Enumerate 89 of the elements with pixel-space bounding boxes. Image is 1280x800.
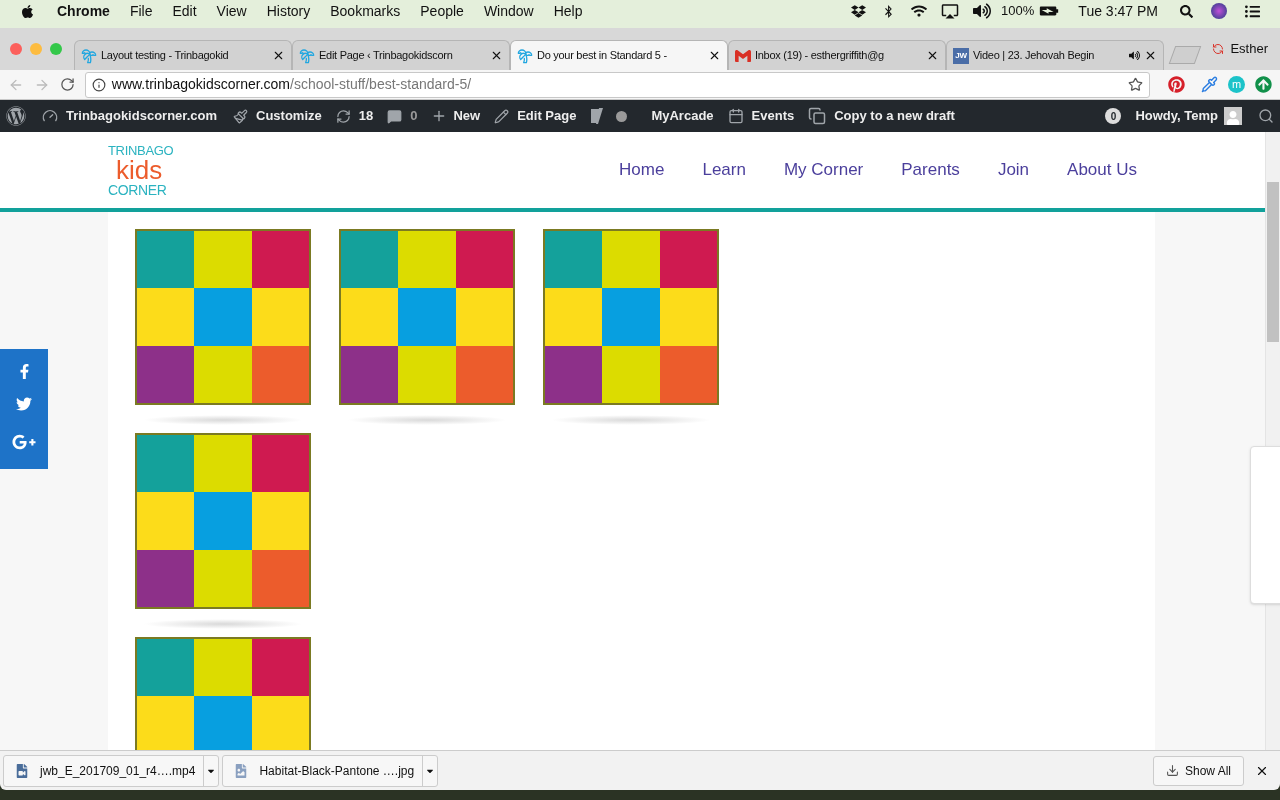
clock[interactable]: Tue 3:47 PM	[1078, 0, 1158, 22]
download-name: jwb_E_201709_01_r4….mp4	[40, 762, 197, 780]
browser-tab[interactable]: JW Video | 23. Jehovah Begin	[946, 40, 1164, 70]
logo-line: TRINBAGO	[108, 143, 175, 157]
wifi-icon[interactable]	[911, 3, 928, 19]
dropbox-icon[interactable]	[851, 3, 867, 19]
arcade-link[interactable]: MyArcade	[651, 106, 714, 126]
menu-item[interactable]: Window	[483, 0, 534, 22]
scrollbar-thumb[interactable]	[1267, 182, 1279, 342]
menu-item[interactable]: Help	[553, 0, 583, 22]
palm-tree-icon	[517, 47, 533, 64]
siri-icon[interactable]	[1211, 3, 1227, 19]
pencil-icon[interactable]	[494, 108, 510, 124]
updates-icon[interactable]	[335, 108, 351, 124]
menu-item[interactable]: View	[216, 0, 247, 22]
new-link[interactable]: New	[453, 106, 481, 126]
browser-tab[interactable]: Edit Page ‹ Trinbagokidscorn	[292, 40, 510, 70]
notification-count[interactable]: 0	[1105, 108, 1122, 124]
profile-name[interactable]: Esther	[1230, 39, 1268, 59]
nav-link[interactable]: My Corner	[783, 157, 864, 183]
tab-title: Layout testing - Trinbagokid	[101, 48, 230, 64]
url-host: www.trinbagokidscorner.com	[111, 75, 290, 94]
download-icon	[1165, 764, 1179, 777]
events-link[interactable]: Events	[751, 106, 795, 126]
app-menu[interactable]: Chrome	[57, 0, 110, 22]
tab-title: Inbox (19) - esthergriffith@g	[755, 48, 885, 64]
tab-title: Video | 23. Jehovah Begin	[973, 48, 1096, 64]
close-tab-icon[interactable]	[1144, 49, 1157, 62]
edit-page-link[interactable]: Edit Page	[517, 106, 577, 126]
address-bar[interactable]: www.trinbagokidscorner.com/school-stuff/best-standard-5/	[84, 71, 1151, 98]
nav-link[interactable]: Home	[619, 157, 665, 183]
browser-tab[interactable]: Layout testing - Trinbagokid	[74, 40, 292, 70]
copy-draft-link[interactable]: Copy to a new draft	[834, 106, 955, 126]
bookmark-star-icon[interactable]	[1128, 77, 1144, 92]
show-all-button[interactable]: Show All	[1152, 755, 1244, 786]
logo-line: CORNER	[108, 182, 168, 197]
search-icon[interactable]	[1180, 4, 1193, 18]
tab-title: Edit Page ‹ Trinbagokidscorn	[319, 48, 454, 64]
calendar-icon[interactable]	[727, 108, 744, 124]
pinterest-icon[interactable]	[1168, 76, 1186, 93]
envelope-icon	[735, 47, 751, 64]
apple-icon[interactable]	[20, 3, 35, 19]
nav-link[interactable]: Join	[997, 157, 1030, 183]
menu-item[interactable]: History	[266, 0, 311, 22]
menu-item[interactable]: Edit	[172, 0, 197, 22]
file-icon	[235, 763, 248, 778]
download-item[interactable]: Habitat-Black-Pantone ….jpg	[222, 754, 439, 787]
nav-link[interactable]: About Us	[1067, 157, 1137, 183]
account-link[interactable]: Howdy, Temp	[1135, 106, 1218, 126]
tab-title: Do your best in Standard 5 -	[537, 48, 668, 64]
browser-tab[interactable]: Inbox (19) - esthergriffith@g	[728, 40, 946, 70]
list-icon[interactable]	[1245, 3, 1260, 19]
battery-percent: 100%	[1001, 2, 1035, 21]
nav-link[interactable]: Parents	[901, 157, 960, 183]
site-link[interactable]: Trinbagokidscorner.com	[66, 106, 217, 126]
comment-icon[interactable]	[387, 108, 403, 124]
palm-tree-icon	[81, 47, 97, 64]
eyedropper-icon[interactable]	[1201, 76, 1219, 93]
upload-icon[interactable]	[1255, 76, 1272, 93]
volume-icon[interactable]	[973, 2, 992, 20]
close-tab-icon[interactable]	[926, 49, 939, 62]
brush-icon[interactable]	[233, 108, 248, 124]
copy-icon[interactable]	[808, 107, 827, 125]
menu-item[interactable]: People	[420, 0, 464, 22]
twitter-icon[interactable]	[16, 396, 32, 413]
dashboard-icon[interactable]	[42, 108, 58, 124]
download-name: Habitat-Black-Pantone ….jpg	[259, 762, 416, 780]
menu-item[interactable]: Bookmarks	[330, 0, 401, 22]
comments-count[interactable]: 0	[410, 106, 418, 126]
palm-tree-icon	[299, 47, 315, 64]
sync-error-icon[interactable]	[1212, 43, 1225, 55]
updates-count[interactable]: 18	[358, 106, 374, 126]
search-icon[interactable]	[1258, 108, 1274, 124]
url-path: /school-stuff/best-standard-5/	[290, 75, 472, 94]
airplay-icon[interactable]	[941, 2, 960, 20]
reload-button[interactable]	[59, 77, 75, 92]
logo-line: kids	[116, 156, 163, 183]
nav-link[interactable]: Learn	[702, 157, 746, 183]
close-tab-icon[interactable]	[708, 49, 721, 62]
info-icon[interactable]	[91, 77, 106, 92]
site-badge: JW	[953, 47, 969, 64]
file-icon	[16, 763, 28, 778]
close-tab-icon[interactable]	[490, 49, 503, 62]
menu-item[interactable]: File	[129, 0, 153, 22]
browser-tab[interactable]: Do your best in Standard 5 -	[510, 40, 728, 70]
wordpress-icon[interactable]	[6, 106, 26, 126]
close-tab-icon[interactable]	[272, 49, 285, 62]
download-item[interactable]: jwb_E_201709_01_r4….mp4	[3, 754, 220, 787]
customize-link[interactable]: Customize	[256, 106, 322, 126]
